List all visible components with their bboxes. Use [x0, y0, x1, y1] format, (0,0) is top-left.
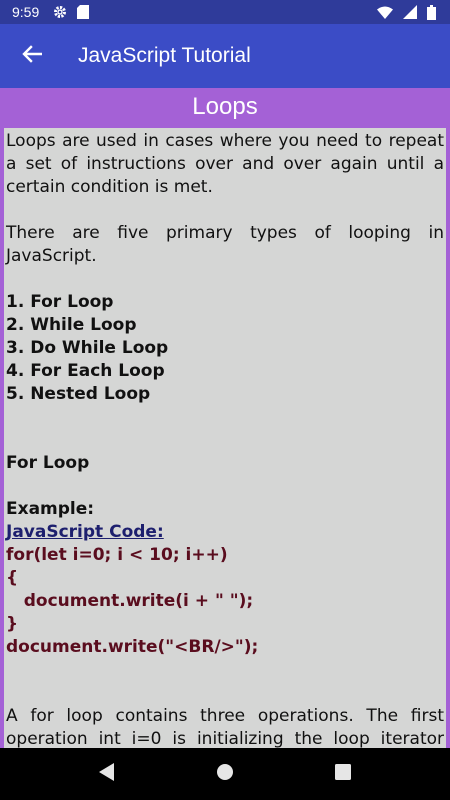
loop-type-item: 5. Nested Loop — [6, 384, 151, 404]
loop-type-item: 4. For Each Loop — [6, 361, 165, 381]
loop-type-item: 2. While Loop — [6, 315, 137, 335]
wifi-icon — [377, 6, 393, 19]
nav-recents-button[interactable] — [328, 759, 358, 789]
lesson-panel: Loops Loops are used in cases where you … — [0, 88, 450, 748]
example-label: Example: — [6, 499, 95, 519]
gear-icon — [53, 5, 67, 19]
loop-type-item: 3. Do While Loop — [6, 338, 169, 358]
status-bar: 9:59 — [0, 0, 450, 24]
arrow-left-icon — [22, 45, 43, 67]
explanation-paragraph: A for loop contains three operations. Th… — [6, 706, 444, 748]
code-line: } — [6, 614, 19, 634]
back-triangle-icon — [99, 763, 115, 785]
code-line: document.write("<BR/>"); — [6, 637, 259, 657]
navigation-bar — [0, 748, 450, 800]
code-line: for(let i=0; i < 10; i++) — [6, 545, 228, 565]
lesson-content[interactable]: Loops are used in cases where you need t… — [4, 128, 446, 748]
battery-icon — [427, 4, 436, 20]
types-intro-paragraph: There are five primary types of looping … — [6, 223, 444, 266]
for-loop-heading: For Loop — [6, 453, 90, 473]
signal-icon — [403, 5, 417, 19]
nav-home-button[interactable] — [210, 759, 240, 789]
sd-card-icon — [77, 5, 90, 19]
app-title: JavaScript Tutorial — [78, 44, 251, 67]
loop-type-item: 1. For Loop — [6, 292, 114, 312]
app-bar: JavaScript Tutorial — [0, 24, 450, 88]
intro-paragraph: Loops are used in cases where you need t… — [6, 131, 444, 197]
status-time: 9:59 — [12, 4, 40, 20]
recents-square-icon — [335, 764, 351, 784]
code-line: document.write(i + " "); — [6, 591, 254, 611]
back-button[interactable] — [0, 24, 64, 88]
home-circle-icon — [216, 763, 234, 785]
nav-back-button[interactable] — [92, 759, 122, 789]
javascript-code-label: JavaScript Code: — [6, 522, 164, 542]
code-line: { — [6, 568, 19, 588]
section-title: Loops — [192, 93, 258, 120]
